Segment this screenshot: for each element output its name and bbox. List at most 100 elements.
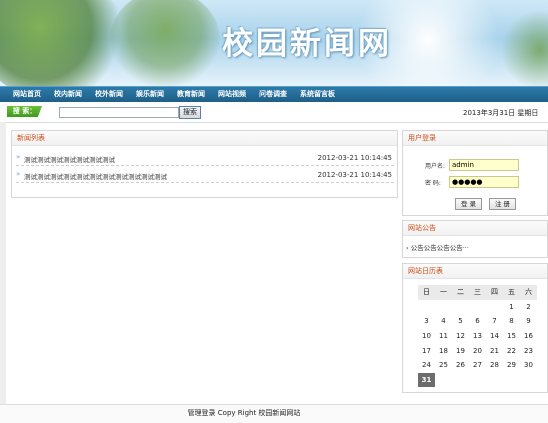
calendar-empty-cell bbox=[435, 373, 452, 388]
calendar-day[interactable]: 1 bbox=[503, 300, 520, 315]
site-title: 校园新闻网 bbox=[222, 26, 392, 62]
password-label: 密 码: bbox=[425, 180, 441, 187]
calendar-day[interactable]: 31 bbox=[418, 372, 435, 388]
calendar-day[interactable]: 6 bbox=[469, 314, 486, 329]
calendar-day[interactable]: 25 bbox=[435, 358, 452, 373]
news-title-link[interactable]: 测试测试测试测试测试测试测试测试测试测试测试 bbox=[24, 171, 167, 181]
calendar-title: 网站日历表 bbox=[403, 264, 547, 279]
nav-item-survey[interactable]: 问卷调查 bbox=[259, 87, 287, 102]
news-list-title: 新闻列表 bbox=[12, 131, 397, 146]
notice-item[interactable]: › 公告公告公告公告··· bbox=[406, 242, 469, 252]
calendar-day[interactable]: 4 bbox=[435, 314, 452, 329]
news-time: 2012-03-21 10:14:45 bbox=[317, 154, 392, 162]
calendar-empty-cell bbox=[452, 300, 469, 315]
calendar-day[interactable]: 9 bbox=[520, 314, 537, 329]
login-panel: 用户登录 用户名: admin 密 码: ●●●●● 登 录 注 册 bbox=[402, 130, 548, 216]
calendar-day[interactable]: 15 bbox=[503, 329, 520, 344]
calendar-weekday: 日 bbox=[418, 285, 435, 300]
nav-item-video[interactable]: 网站视频 bbox=[218, 87, 246, 102]
calendar-day[interactable]: 7 bbox=[486, 314, 503, 329]
calendar-weekday: 四 bbox=[486, 285, 503, 300]
calendar-week-row: 10 11 12 13 14 15 16 bbox=[418, 329, 537, 344]
banner-leaves-mid bbox=[110, 0, 220, 86]
calendar-empty-cell bbox=[503, 373, 520, 388]
calendar-empty-cell bbox=[469, 300, 486, 315]
calendar-week-row: 17 18 19 20 21 22 23 bbox=[418, 343, 537, 358]
calendar-weekday: 三 bbox=[469, 285, 486, 300]
calendar-day[interactable]: 14 bbox=[486, 329, 503, 344]
nav-item-home[interactable]: 网站首页 bbox=[13, 87, 41, 102]
calendar-day[interactable]: 3 bbox=[418, 314, 435, 329]
calendar-day[interactable]: 10 bbox=[418, 329, 435, 344]
calendar-day[interactable]: 16 bbox=[520, 329, 537, 344]
calendar-week-row: 24 25 26 27 28 29 30 bbox=[418, 358, 537, 373]
search-button[interactable]: 搜索 bbox=[179, 106, 201, 119]
register-button[interactable]: 注 册 bbox=[489, 198, 516, 210]
nav-item-entertainment-news[interactable]: 娱乐新闻 bbox=[136, 87, 164, 102]
news-row[interactable]: » 测试测试测试测试测试测试测试 2012-03-21 10:14:45 bbox=[16, 151, 394, 166]
left-border-strip bbox=[0, 122, 6, 404]
header-banner: 校园新闻网 bbox=[0, 0, 548, 86]
news-row[interactable]: » 测试测试测试测试测试测试测试测试测试测试测试 2012-03-21 10:1… bbox=[16, 168, 394, 183]
notice-panel: 网站公告 › 公告公告公告公告··· bbox=[402, 220, 548, 258]
calendar-table: 日一二三四五六 1 2 3 4 5 6 7 8 9 10 11 12 13 14 15 16 17 18 19 20 2… bbox=[418, 285, 537, 388]
login-title: 用户登录 bbox=[403, 131, 547, 146]
calendar-weekday: 六 bbox=[520, 285, 537, 300]
calendar-empty-cell bbox=[435, 300, 452, 315]
bullet-icon: » bbox=[16, 170, 21, 178]
news-time: 2012-03-21 10:14:45 bbox=[317, 171, 392, 179]
calendar-empty-cell bbox=[418, 300, 435, 315]
calendar-empty-cell bbox=[469, 373, 486, 388]
banner-leaves-right bbox=[500, 10, 548, 86]
calendar-week-row: 31 bbox=[418, 372, 537, 388]
calendar-day[interactable]: 12 bbox=[452, 329, 469, 344]
login-button[interactable]: 登 录 bbox=[455, 198, 482, 210]
calendar-day[interactable]: 29 bbox=[503, 358, 520, 373]
calendar-day[interactable]: 5 bbox=[452, 314, 469, 329]
news-list-panel: 新闻列表 » 测试测试测试测试测试测试测试 2012-03-21 10:14:4… bbox=[11, 130, 398, 198]
calendar-day[interactable]: 13 bbox=[469, 329, 486, 344]
calendar-empty-cell bbox=[520, 373, 537, 388]
nav-item-guestbook[interactable]: 系统留言板 bbox=[300, 87, 335, 102]
calendar-day[interactable]: 24 bbox=[418, 358, 435, 373]
main-nav: 网站首页 校内新闻 校外新闻 娱乐新闻 教育新闻 网站视频 问卷调查 系统留言板 bbox=[0, 86, 548, 102]
calendar-day[interactable]: 19 bbox=[452, 343, 469, 358]
calendar-empty-cell bbox=[486, 300, 503, 315]
calendar-day[interactable]: 20 bbox=[469, 343, 486, 358]
bullet-icon: » bbox=[16, 153, 21, 161]
calendar-panel: 网站日历表 日一二三四五六 1 2 3 4 5 6 7 8 9 10 11 12 13 14 15 16 17 1… bbox=[402, 263, 548, 393]
notice-title: 网站公告 bbox=[403, 221, 547, 236]
calendar-day[interactable]: 17 bbox=[418, 343, 435, 358]
current-date: 2013年3月31日 星期日 bbox=[463, 109, 539, 117]
calendar-day[interactable]: 22 bbox=[503, 343, 520, 358]
calendar-day[interactable]: 30 bbox=[520, 358, 537, 373]
calendar-day[interactable]: 21 bbox=[486, 343, 503, 358]
news-title-link[interactable]: 测试测试测试测试测试测试测试 bbox=[24, 154, 115, 164]
footer-text[interactable]: 管理登录 Copy Right 校园新闻网站 bbox=[0, 408, 488, 418]
username-label: 用户名: bbox=[425, 163, 446, 170]
search-label: 搜 索： bbox=[7, 106, 42, 117]
calendar-day[interactable]: 11 bbox=[435, 329, 452, 344]
calendar-empty-cell bbox=[452, 373, 469, 388]
arrow-icon: › bbox=[406, 244, 409, 252]
nav-item-outside-news[interactable]: 校外新闻 bbox=[95, 87, 123, 102]
calendar-empty-cell bbox=[486, 373, 503, 388]
calendar-weekday: 五 bbox=[503, 285, 520, 300]
calendar-weekday: 二 bbox=[452, 285, 469, 300]
calendar-day[interactable]: 27 bbox=[469, 358, 486, 373]
calendar-day[interactable]: 8 bbox=[503, 314, 520, 329]
calendar-day[interactable]: 23 bbox=[520, 343, 537, 358]
calendar-week-row: 12 bbox=[418, 300, 537, 315]
calendar-day[interactable]: 18 bbox=[435, 343, 452, 358]
calendar-day[interactable]: 28 bbox=[486, 358, 503, 373]
password-field[interactable]: ●●●●● bbox=[449, 176, 519, 188]
search-input[interactable] bbox=[59, 107, 179, 118]
calendar-week-row: 3456789 bbox=[418, 314, 537, 329]
nav-item-education-news[interactable]: 教育新闻 bbox=[177, 87, 205, 102]
calendar-day[interactable]: 2 bbox=[520, 300, 537, 315]
calendar-weekday: 一 bbox=[435, 285, 452, 300]
username-field[interactable]: admin bbox=[449, 159, 519, 171]
calendar-day[interactable]: 26 bbox=[452, 358, 469, 373]
nav-item-campus-news[interactable]: 校内新闻 bbox=[54, 87, 82, 102]
notice-text[interactable]: 公告公告公告公告··· bbox=[411, 244, 469, 252]
